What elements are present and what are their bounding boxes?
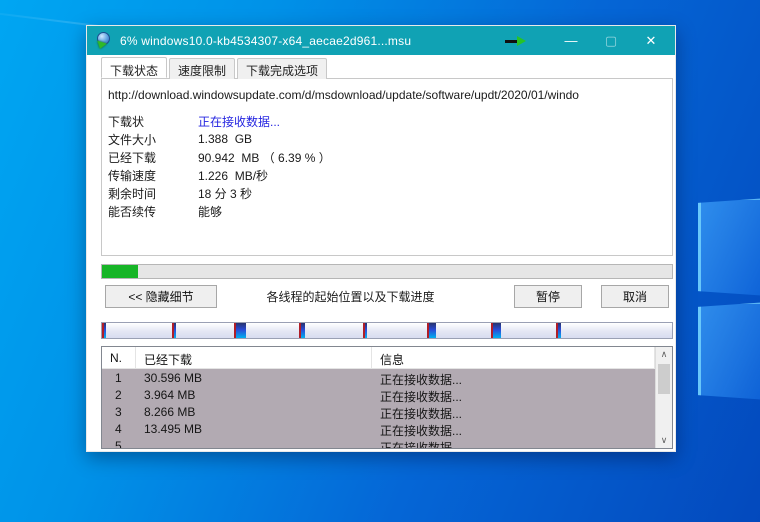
table-row[interactable]: 413.495 MB正在接收数据... [102,420,655,437]
threads-caption: 各线程的起始位置以及下载进度 [217,288,514,305]
tab-2[interactable]: 下载完成选项 [237,58,327,79]
table-row[interactable]: 23.964 MB正在接收数据... [102,386,655,403]
thread-fill [558,323,561,338]
thread-fill [104,323,106,338]
column-header-2[interactable]: 信息 [372,347,655,368]
cell-downloaded: 3.964 MB [136,386,372,403]
idm-app-icon [96,32,113,49]
cell-downloaded: 13.495 MB [136,420,372,437]
minimize-button[interactable]: — [551,26,591,55]
column-header-0[interactable]: N. [102,347,136,368]
field-value: 18 分 3 秒 [198,185,252,202]
cell-n: 3 [102,403,136,420]
download-details-panel: http://download.windowsupdate.com/d/msdo… [101,78,673,256]
table-row[interactable]: 38.266 MB正在接收数据... [102,403,655,420]
cell-info: 正在接收数据... [372,403,655,420]
cell-info: 正在接收数据... [372,369,655,386]
tab-0[interactable]: 下载状态 [101,57,167,78]
field-label: 文件大小 [108,131,198,148]
field-label: 已经下载 [108,149,198,166]
table-row[interactable]: 130.596 MB正在接收数据... [102,369,655,386]
cell-n: 1 [102,369,136,386]
field-label: 能否续传 [108,203,198,220]
table-scrollbar[interactable]: ∧ ∨ [655,347,672,448]
field-row-4: 剩余时间18 分 3 秒 [108,184,672,202]
thread-fill [429,323,436,338]
scrollbar-thumb[interactable] [658,364,670,394]
field-value: 1.388 GB [198,132,252,146]
desktop: { "window": { "title": "6% windows10.0-k… [0,0,760,522]
cell-n: 4 [102,420,136,437]
cell-info: 正在接收数据... [372,386,655,403]
cell-downloaded [136,437,372,448]
field-value: 1.226 MB/秒 [198,167,268,184]
field-label: 下载状 [108,113,198,130]
pause-button[interactable]: 暂停 [514,285,582,308]
controls-row: << 隐藏细节 各线程的起始位置以及下载进度 暂停 取消 [101,285,673,308]
scroll-down-icon[interactable]: ∨ [656,433,672,448]
download-progress-bar [101,264,673,279]
thread-fill [365,323,367,338]
idm-download-progress-window: 6% windows10.0-kb4534307-x64_aecae2d961.… [86,25,676,452]
field-row-2: 已经下载90.942 MB （ 6.39 % ） [108,148,672,166]
wallpaper-windows-logo-pane [698,198,760,296]
field-value: 正在接收数据... [198,113,280,130]
thread-fill [301,323,306,338]
threads-table-body: 130.596 MB正在接收数据...23.964 MB正在接收数据...38.… [102,369,655,448]
idm-drop-arrow-icon[interactable] [505,36,527,46]
field-label: 传输速度 [108,167,198,184]
cell-n: 5 [102,437,136,448]
tab-bar: 下载状态速度限制下载完成选项 [101,58,329,79]
thread-fill [174,323,176,338]
field-row-0: 下载状正在接收数据... [108,112,672,130]
thread-progress-bar [101,322,673,339]
wallpaper-windows-logo-pane [698,302,760,400]
window-title: 6% windows10.0-kb4534307-x64_aecae2d961.… [120,34,411,48]
column-header-1[interactable]: 已经下载 [136,347,372,368]
download-fields: 下载状正在接收数据...文件大小1.388 GB已经下载90.942 MB （ … [102,106,672,220]
maximize-button[interactable]: ▢ [591,26,631,55]
scrollbar-track[interactable] [656,362,672,433]
field-row-3: 传输速度1.226 MB/秒 [108,166,672,184]
field-row-5: 能否续传能够 [108,202,672,220]
tab-1[interactable]: 速度限制 [169,58,235,79]
thread-fill [236,323,246,338]
field-row-1: 文件大小1.388 GB [108,130,672,148]
cell-info: 正在接收数据... [372,420,655,437]
download-url: http://download.windowsupdate.com/d/msdo… [102,79,672,106]
cell-downloaded: 30.596 MB [136,369,372,386]
threads-table-header: N.已经下载信息 [102,347,655,369]
titlebar[interactable]: 6% windows10.0-kb4534307-x64_aecae2d961.… [87,26,675,55]
table-row[interactable]: 5 正在接收数据... [102,437,655,448]
close-button[interactable]: ✕ [631,26,671,55]
hide-details-button[interactable]: << 隐藏细节 [105,285,217,308]
cell-info: 正在接收数据... [372,437,655,448]
field-label: 剩余时间 [108,185,198,202]
download-progress-fill [102,265,138,278]
cell-downloaded: 8.266 MB [136,403,372,420]
field-value: 90.942 MB （ 6.39 % ） [198,149,331,166]
cancel-button[interactable]: 取消 [601,285,669,308]
cell-n: 2 [102,386,136,403]
field-value: 能够 [198,203,222,220]
scroll-up-icon[interactable]: ∧ [656,347,672,362]
threads-table: N.已经下载信息 130.596 MB正在接收数据...23.964 MB正在接… [101,346,673,449]
thread-fill [493,323,501,338]
